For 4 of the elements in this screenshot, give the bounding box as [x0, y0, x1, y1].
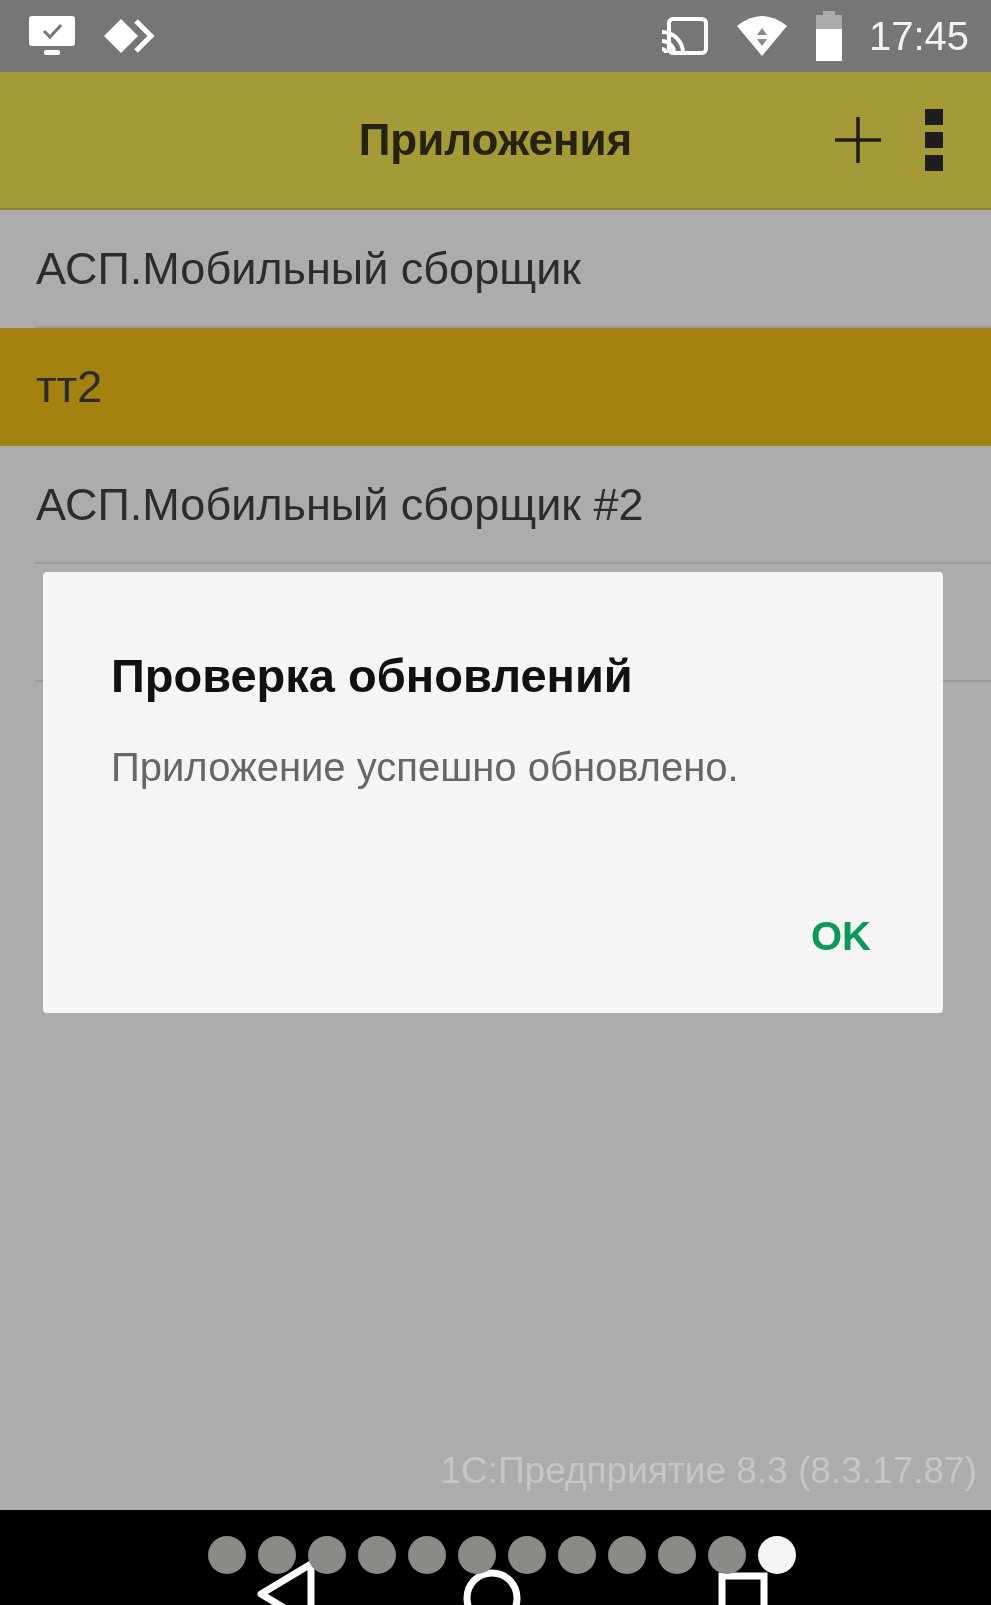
dialog-message: Приложение успешно обновлено.: [111, 745, 740, 790]
dialog-title: Проверка обновлений: [111, 648, 634, 703]
status-time: 17:45: [868, 13, 969, 59]
app-bar-title: Приложения: [358, 115, 633, 165]
